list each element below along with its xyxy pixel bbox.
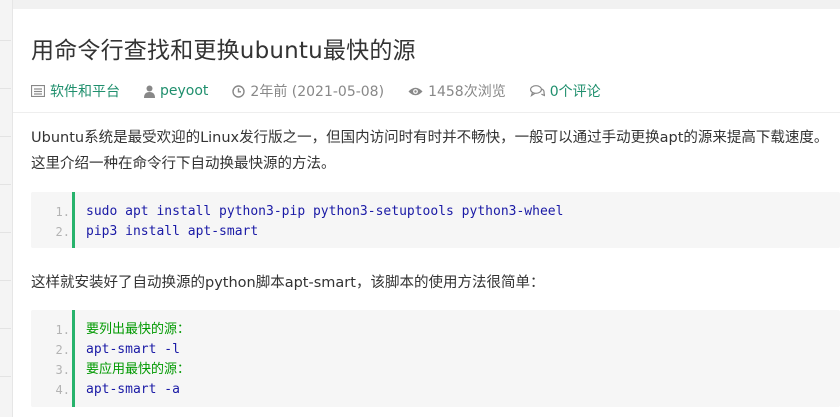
code-comment: 要列出最快的源：: [86, 322, 191, 337]
meta-author: peyoot: [144, 83, 208, 99]
code-line: 1 要列出最快的源：: [31, 320, 840, 340]
usage-paragraph: 这样就安装好了自动换源的python脚本apt-smart，该脚本的使用方法很简…: [31, 275, 545, 291]
list-icon: [31, 85, 45, 97]
code-line: 1 sudo apt install python3-pip python3-s…: [31, 202, 840, 222]
meta-category: 软件和平台: [31, 81, 120, 101]
line-number: 1: [31, 202, 70, 222]
code-text: apt-smart -a: [86, 382, 180, 397]
code-line: 3 要应用最快的源：: [31, 360, 840, 380]
clock-icon: [232, 84, 246, 98]
meta-views: 1458次浏览: [408, 81, 506, 101]
category-link[interactable]: 软件和平台: [50, 81, 120, 101]
code-block-install: 1 sudo apt install python3-pip python3-s…: [31, 192, 840, 248]
line-number: 2: [31, 340, 70, 360]
meta-comments: 0个评论: [529, 81, 601, 101]
line-number: 2: [31, 222, 70, 242]
code-text: pip3 install apt-smart: [86, 224, 259, 239]
post-date: 2年前 (2021-05-08): [250, 84, 385, 100]
comments-icon: [529, 85, 545, 97]
code-text: apt-smart -l: [86, 342, 180, 357]
author-link[interactable]: peyoot: [160, 83, 208, 99]
view-count: 1458次浏览: [428, 84, 506, 100]
left-sidebar-strip: [0, 0, 13, 417]
intro-paragraph: Ubuntu系统是最受欢迎的Linux发行版之一，但国内访问时有时并不畅快，一般…: [31, 130, 829, 172]
meta-date: 2年前 (2021-05-08): [232, 81, 384, 101]
line-number: 3: [31, 360, 70, 380]
article-title: 用命令行查找和更换ubuntu最快的源: [31, 38, 416, 64]
code-line: 4 apt-smart -a: [31, 380, 840, 400]
code-line: 2 pip3 install apt-smart: [31, 222, 840, 242]
article-meta: 软件和平台 peyoot 2年前 (2021-05-08) 1458次浏览 0个…: [31, 81, 625, 101]
meta-divider: [13, 112, 840, 113]
comments-link[interactable]: 0个评论: [550, 81, 601, 101]
line-number: 1: [31, 320, 70, 340]
code-line: 2 apt-smart -l: [31, 340, 840, 360]
code-block-usage: 1 要列出最快的源： 2 apt-smart -l 3 要应用最快的源： 4 a…: [31, 310, 840, 407]
line-number: 4: [31, 380, 70, 400]
code-comment: 要应用最快的源：: [86, 362, 191, 377]
code-text: sudo apt install python3-pip python3-set…: [86, 204, 564, 219]
eye-icon: [408, 87, 423, 95]
article-card: 用命令行查找和更换ubuntu最快的源 软件和平台 peyoot 2年前 (20…: [13, 9, 840, 417]
user-icon: [144, 85, 155, 98]
